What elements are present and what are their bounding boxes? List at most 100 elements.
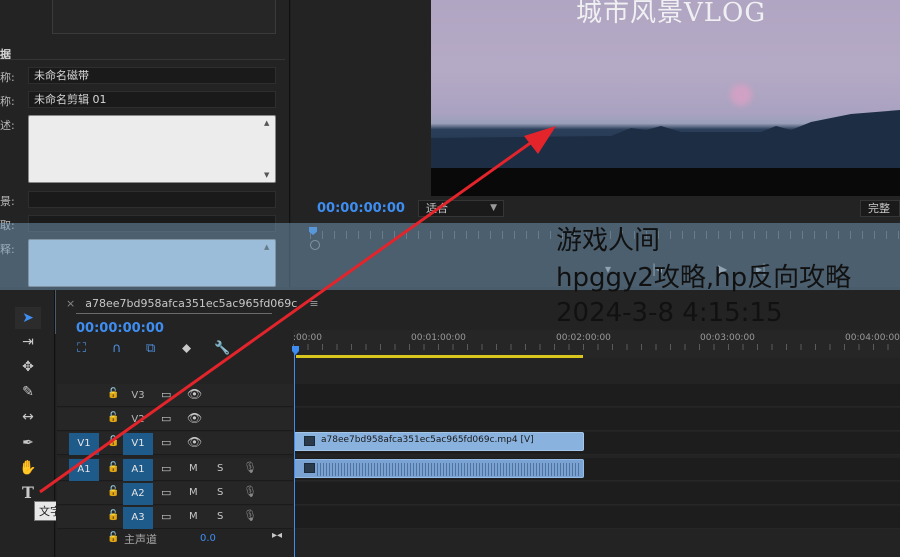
metadata-divider [0, 59, 285, 60]
mute-button[interactable]: M [189, 511, 198, 522]
microphone-icon[interactable]: 🎙 [243, 485, 257, 498]
zoom-level-value: 适合 [426, 202, 448, 215]
clip-name-field[interactable]: 未命名剪辑 01 [28, 91, 276, 108]
metadata-top-box [52, 0, 276, 34]
solo-button[interactable]: S [217, 487, 223, 498]
log-note-scrollbar[interactable]: ▲ [261, 240, 275, 286]
track-header-a3: 🔓 A3 ▭ M S 🎙 [57, 506, 293, 529]
audio-waveform [317, 463, 579, 476]
pen-tool-icon[interactable]: ✒ [15, 432, 41, 454]
settings-wrench-icon[interactable]: 🔧 [214, 341, 230, 356]
solo-button[interactable]: S [217, 511, 223, 522]
slip-tool-icon[interactable]: ↔ [15, 406, 41, 428]
lock-icon[interactable]: 🔓 [107, 486, 119, 497]
track-name[interactable]: V3 [123, 385, 153, 407]
track-lane-v3[interactable] [294, 384, 900, 407]
track-name[interactable]: V2 [123, 409, 153, 431]
sync-lock-icon[interactable]: ▭ [161, 388, 171, 401]
eye-icon[interactable]: 👁 [187, 387, 202, 401]
track-name[interactable]: A3 [123, 507, 153, 529]
zoom-level-select[interactable]: 适合 ▼ [418, 200, 504, 217]
snap-magnet-icon[interactable]: ∩ [112, 341, 122, 356]
lock-icon[interactable]: 🔓 [107, 436, 119, 447]
shot-label: 取: [0, 219, 15, 232]
track-header-v3: 🔓 V3 ▭ 👁 [57, 384, 293, 407]
track-select-tool-icon[interactable]: ⇥ [15, 331, 41, 353]
selection-tool-icon[interactable]: ➤ [15, 307, 41, 329]
description-field[interactable]: ▲ ▼ [28, 115, 276, 183]
watermark-line-3: 2024-3-8 4:15:15 [556, 298, 783, 328]
track-lane-v2[interactable] [294, 408, 900, 431]
sync-lock-icon[interactable]: ▭ [161, 486, 171, 499]
ruler-label: :00:00 [293, 333, 322, 343]
razor-tool-icon[interactable]: ✎ [15, 381, 41, 403]
microphone-icon[interactable]: 🎙 [243, 509, 257, 522]
track-name[interactable]: A2 [123, 483, 153, 505]
track-lane-a3[interactable] [294, 506, 900, 529]
source-patch-a1[interactable]: A1 [69, 459, 99, 481]
sync-lock-icon[interactable]: ▭ [161, 510, 171, 523]
sequence-tab-label: a78ee7bd958afca351ec5ac965fd069c [85, 297, 298, 310]
lock-icon[interactable]: 🔓 [107, 388, 119, 399]
scene-field[interactable] [28, 191, 276, 208]
solo-button[interactable]: S [217, 463, 223, 474]
tab-menu-icon[interactable]: ≡ [309, 297, 318, 310]
tape-name-label: 称: [0, 71, 15, 84]
lock-icon[interactable]: 🔓 [107, 412, 119, 423]
program-timecode[interactable]: 00:00:00:00 [317, 201, 405, 216]
video-title-text: 城市风景VLOG [576, 0, 767, 28]
track-lane-a2[interactable] [294, 482, 900, 505]
description-scrollbar[interactable]: ▲ ▼ [261, 116, 275, 182]
master-volume-value[interactable]: 0.0 [200, 533, 216, 544]
ruler-ticks [293, 344, 900, 350]
ruler-label: 00:02:00:00 [556, 333, 611, 343]
linked-selection-icon[interactable]: ⧉ [146, 341, 155, 356]
ripple-edit-tool-icon[interactable]: ✥ [15, 356, 41, 378]
audio-clip[interactable] [294, 459, 584, 478]
mute-button[interactable]: M [189, 487, 198, 498]
lock-icon[interactable]: 🔓 [107, 532, 119, 543]
sequence-tab[interactable]: × a78ee7bd958afca351ec5ac965fd069c ≡ [66, 297, 319, 310]
track-name[interactable]: V1 [123, 433, 153, 455]
playback-quality-value: 完整 [868, 202, 890, 215]
video-clip[interactable]: a78ee7bd958afca351ec5ac965fd069c.mp4 [V] [294, 432, 584, 451]
lock-icon[interactable]: 🔓 [107, 462, 119, 473]
work-area-bar[interactable] [296, 355, 583, 358]
track-header-v1: V1 🔓 V1 ▭ 👁 [57, 432, 293, 455]
tape-name-field[interactable]: 未命名磁带 [28, 67, 276, 84]
sync-lock-icon[interactable]: ▭ [161, 412, 171, 425]
nest-icon[interactable]: ⛶ [77, 341, 86, 356]
close-tab-icon[interactable]: × [66, 297, 75, 310]
hand-tool-icon[interactable]: ✋ [15, 457, 41, 479]
sequence-timecode[interactable]: 00:00:00:00 [76, 321, 164, 336]
sync-lock-icon[interactable]: ▭ [161, 462, 171, 475]
eye-icon[interactable]: 👁 [187, 435, 202, 449]
scroll-down-icon[interactable]: ▼ [264, 171, 269, 179]
mute-button[interactable]: M [189, 463, 198, 474]
chevron-down-icon: ▼ [490, 203, 497, 213]
master-track-row [57, 529, 293, 549]
program-loop-indicator [310, 240, 320, 250]
scroll-up-icon[interactable]: ▲ [264, 243, 269, 251]
sync-lock-icon[interactable]: ▭ [161, 436, 171, 449]
lock-icon[interactable]: 🔓 [107, 510, 119, 521]
playback-quality-select[interactable]: 完整 [860, 200, 900, 217]
eye-icon[interactable]: 👁 [187, 411, 202, 425]
description-label: 述: [0, 119, 15, 132]
scroll-up-icon[interactable]: ▲ [264, 119, 269, 127]
go-to-end-icon[interactable]: ▸◂ [272, 530, 282, 541]
watermark-line-2: hpggy2攻略,hp反向攻略 [556, 263, 852, 293]
ruler-label: 00:04:00:00 [845, 333, 900, 343]
track-name[interactable]: A1 [123, 459, 153, 481]
add-marker-icon[interactable]: ⬥ [182, 341, 191, 356]
video-sun-glow [730, 84, 752, 106]
log-note-field[interactable]: ▲ [28, 239, 276, 287]
log-note-label: 释: [0, 243, 15, 256]
scene-label: 景: [0, 195, 15, 208]
source-patch-v1[interactable]: V1 [69, 433, 99, 455]
shot-field[interactable] [28, 215, 276, 232]
playhead-line [294, 352, 295, 557]
video-coastline [431, 110, 900, 168]
microphone-icon[interactable]: 🎙 [243, 461, 257, 474]
video-clip-label: a78ee7bd958afca351ec5ac965fd069c.mp4 [V] [321, 435, 534, 445]
